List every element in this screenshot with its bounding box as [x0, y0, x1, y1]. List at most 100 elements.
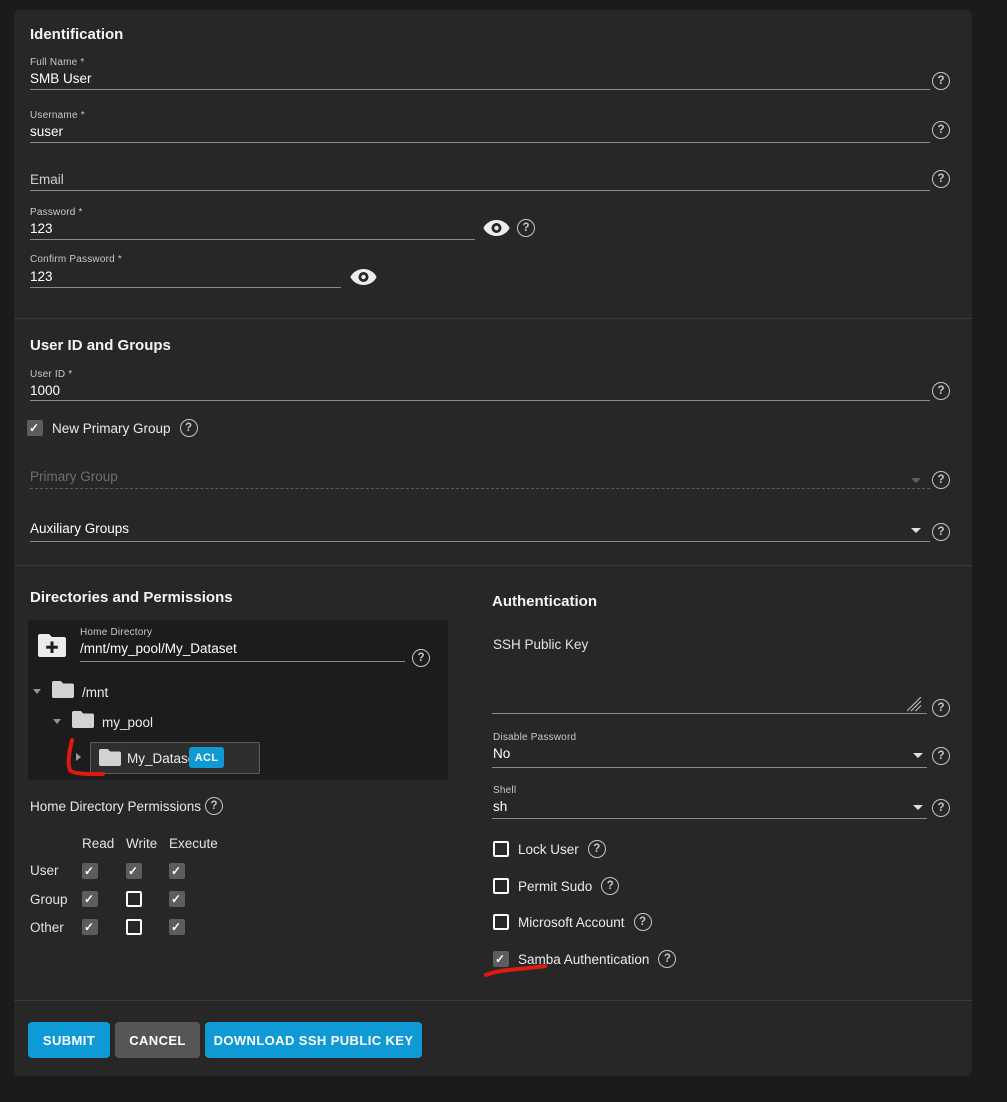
- folder-icon: [72, 711, 94, 733]
- ssh-public-key-help-icon[interactable]: [932, 699, 950, 717]
- new-primary-group-row: New Primary Group: [27, 419, 198, 437]
- home-directory-help-icon[interactable]: [412, 649, 430, 667]
- submit-button[interactable]: SUBMIT: [28, 1022, 110, 1058]
- perm-other-write-checkbox[interactable]: [126, 919, 142, 935]
- auxiliary-groups-underline: [30, 541, 930, 542]
- password-visibility-toggle[interactable]: [483, 219, 510, 242]
- lock-user-row: Lock User: [493, 840, 606, 858]
- full-name-label: Full Name *: [30, 57, 84, 68]
- new-user-form-screen: { "colors": { "accent_blue": "#0f9ad6", …: [0, 0, 1007, 1102]
- eye-icon: [350, 268, 377, 286]
- user-id-input[interactable]: 1000: [30, 383, 60, 398]
- password-label: Password *: [30, 207, 83, 218]
- home-directory-panel: Home Directory /mnt/my_pool/My_Dataset /…: [28, 620, 448, 780]
- username-underline: [30, 142, 930, 143]
- ssh-public-key-textarea[interactable]: [492, 655, 927, 712]
- perm-other-execute-checkbox[interactable]: [169, 919, 185, 935]
- primary-group-help-icon[interactable]: [932, 471, 950, 489]
- authentication-section-title: Authentication: [492, 593, 597, 610]
- new-primary-group-help-icon[interactable]: [180, 419, 198, 437]
- cancel-button[interactable]: CANCEL: [115, 1022, 200, 1058]
- confirm-password-label: Confirm Password *: [30, 254, 122, 265]
- permit-sudo-label: Permit Sudo: [518, 879, 592, 894]
- shell-dropdown-arrow-icon[interactable]: [913, 805, 923, 810]
- auxiliary-groups-dropdown-arrow-icon[interactable]: [911, 528, 921, 533]
- tree-node-mnt[interactable]: /mnt: [82, 685, 108, 700]
- new-primary-group-label: New Primary Group: [52, 421, 171, 436]
- perm-user-execute-checkbox[interactable]: [169, 863, 185, 879]
- home-directory-permissions-label: Home Directory Permissions: [30, 799, 201, 814]
- auxiliary-groups-help-icon[interactable]: [932, 523, 950, 541]
- textarea-resize-handle[interactable]: [907, 697, 922, 717]
- home-directory-input[interactable]: /mnt/my_pool/My_Dataset: [80, 641, 237, 656]
- folder-icon: [99, 749, 121, 771]
- download-ssh-public-key-button[interactable]: DOWNLOAD SSH PUBLIC KEY: [205, 1022, 422, 1058]
- full-name-help-icon[interactable]: [932, 72, 950, 90]
- primary-group-select: Primary Group: [30, 469, 118, 484]
- home-directory-permissions-row: Home Directory Permissions: [30, 797, 223, 815]
- shell-help-icon[interactable]: [932, 799, 950, 817]
- eye-icon: [483, 219, 510, 237]
- permit-sudo-help-icon[interactable]: [601, 877, 619, 895]
- samba-authentication-label: Samba Authentication: [518, 952, 649, 967]
- new-primary-group-checkbox[interactable]: [27, 420, 43, 436]
- auxiliary-groups-select[interactable]: Auxiliary Groups: [30, 521, 129, 536]
- perm-row-other-label: Other: [30, 920, 82, 935]
- user-id-underline: [30, 400, 930, 401]
- home-directory-permissions-help-icon[interactable]: [205, 797, 223, 815]
- permissions-grid: Read Write Execute User Group Other: [30, 830, 225, 941]
- confirm-password-input[interactable]: 123: [30, 269, 53, 284]
- email-input[interactable]: [30, 170, 910, 190]
- perm-group-execute-checkbox[interactable]: [169, 891, 185, 907]
- tree-expander-mnt-icon[interactable]: [33, 689, 41, 694]
- tree-expander-dataset-icon[interactable]: [76, 753, 81, 761]
- samba-authentication-checkbox[interactable]: [493, 951, 509, 967]
- username-help-icon[interactable]: [932, 121, 950, 139]
- permit-sudo-row: Permit Sudo: [493, 877, 619, 895]
- ssh-public-key-label: SSH Public Key: [493, 637, 588, 652]
- full-name-input[interactable]: SMB User: [30, 71, 92, 86]
- user-id-help-icon[interactable]: [932, 382, 950, 400]
- acl-badge[interactable]: ACL: [189, 747, 224, 768]
- samba-authentication-help-icon[interactable]: [658, 950, 676, 968]
- samba-authentication-row: Samba Authentication: [493, 950, 676, 968]
- tree-expander-pool-icon[interactable]: [53, 719, 61, 724]
- disable-password-dropdown-arrow-icon[interactable]: [913, 753, 923, 758]
- username-label: Username *: [30, 110, 85, 121]
- ssh-public-key-underline: [492, 713, 927, 714]
- username-input[interactable]: suser: [30, 124, 63, 139]
- password-help-icon[interactable]: [517, 219, 535, 237]
- password-underline: [30, 239, 475, 240]
- tree-node-dataset-selected[interactable]: My_Dataset ACL: [90, 742, 260, 774]
- disable-password-select[interactable]: No: [493, 746, 510, 761]
- microsoft-account-help-icon[interactable]: [634, 913, 652, 931]
- perm-col-read: Read: [82, 836, 126, 851]
- perm-row-group-label: Group: [30, 892, 82, 907]
- perm-group-read-checkbox[interactable]: [82, 891, 98, 907]
- home-directory-label: Home Directory: [80, 627, 152, 638]
- microsoft-account-label: Microsoft Account: [518, 915, 625, 930]
- perm-group-write-checkbox[interactable]: [126, 891, 142, 907]
- shell-select[interactable]: sh: [493, 799, 507, 814]
- disable-password-help-icon[interactable]: [932, 747, 950, 765]
- microsoft-account-row: Microsoft Account: [493, 913, 652, 931]
- disable-password-underline: [492, 767, 927, 768]
- lock-user-checkbox[interactable]: [493, 841, 509, 857]
- lock-user-help-icon[interactable]: [588, 840, 606, 858]
- perm-user-write-checkbox[interactable]: [126, 863, 142, 879]
- microsoft-account-checkbox[interactable]: [493, 914, 509, 930]
- email-underline: [30, 190, 930, 191]
- tree-node-pool[interactable]: my_pool: [102, 715, 153, 730]
- perm-col-execute: Execute: [169, 836, 225, 851]
- password-input[interactable]: 123: [30, 221, 53, 236]
- folder-add-icon[interactable]: [38, 634, 66, 662]
- perm-other-read-checkbox[interactable]: [82, 919, 98, 935]
- confirm-password-visibility-toggle[interactable]: [350, 268, 377, 291]
- shell-label: Shell: [493, 785, 516, 796]
- email-help-icon[interactable]: [932, 170, 950, 188]
- permit-sudo-checkbox[interactable]: [493, 878, 509, 894]
- perm-user-read-checkbox[interactable]: [82, 863, 98, 879]
- section-divider: [14, 318, 972, 319]
- full-name-underline: [30, 89, 930, 90]
- shell-underline: [492, 818, 927, 819]
